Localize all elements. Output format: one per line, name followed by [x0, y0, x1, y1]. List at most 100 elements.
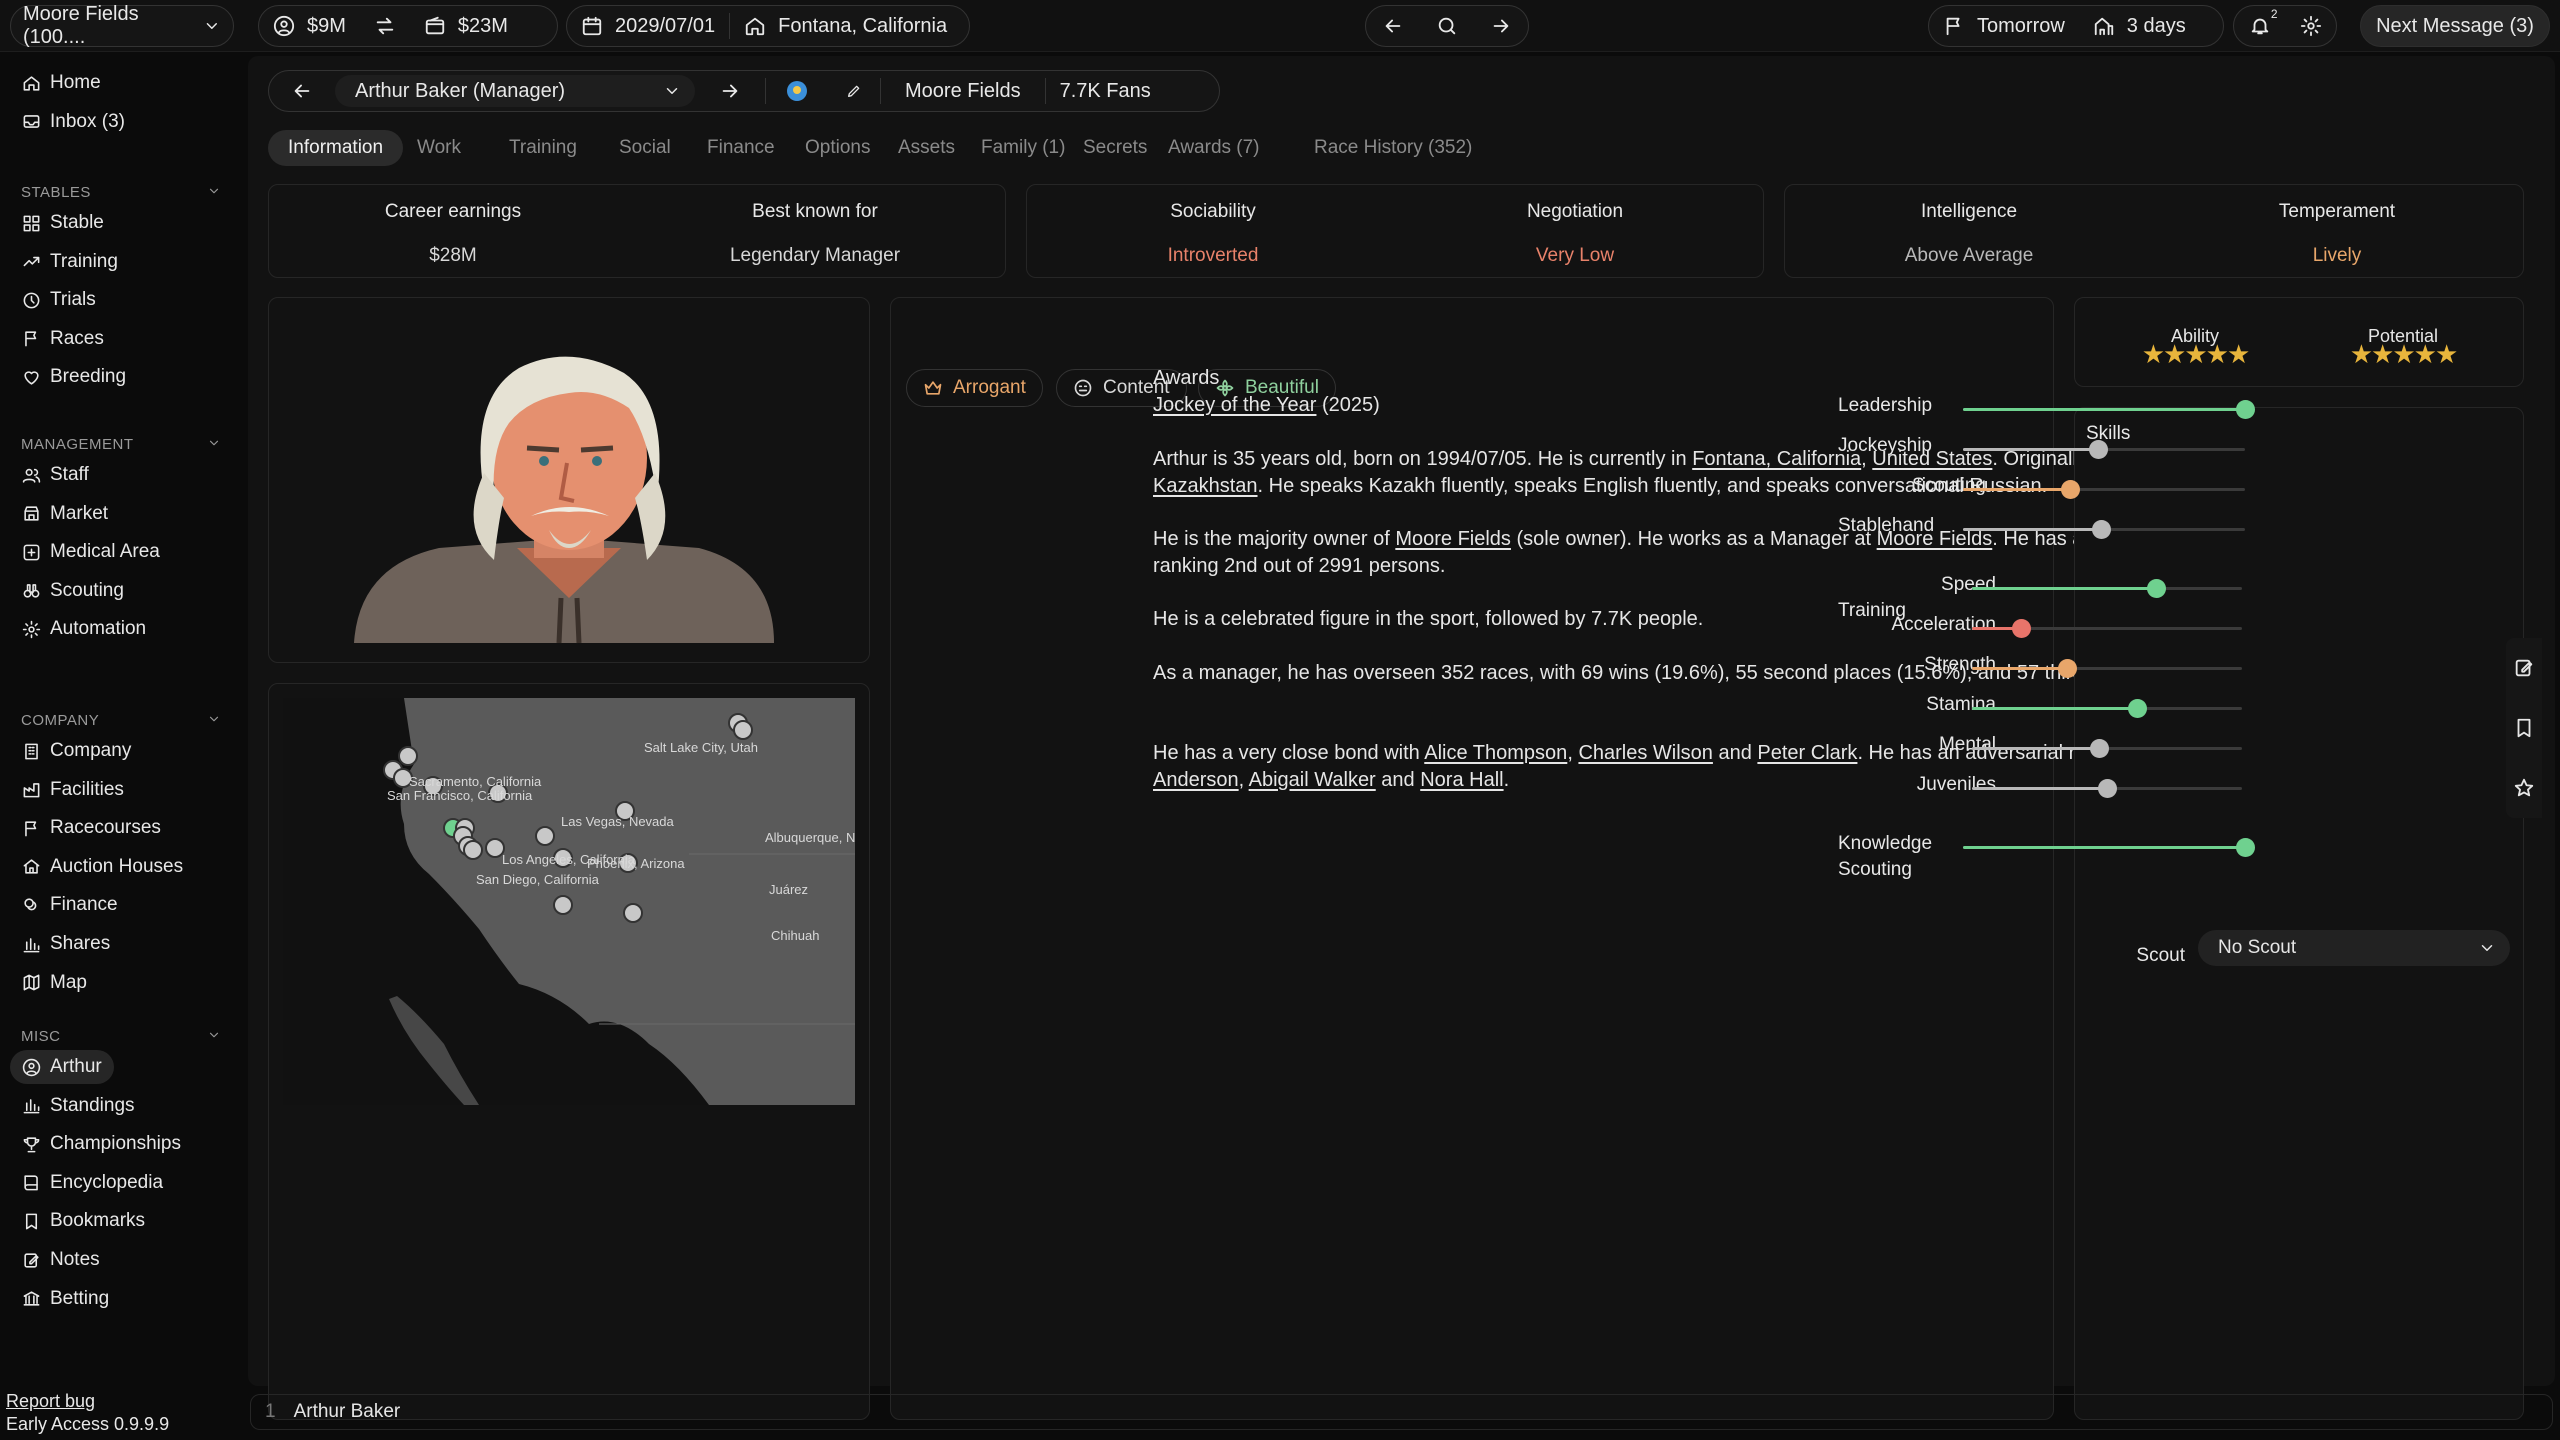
- person-selector[interactable]: Arthur Baker (Manager): [335, 75, 695, 107]
- bio-link[interactable]: Nora Hall: [1420, 769, 1503, 791]
- skill-knob[interactable]: [2012, 619, 2031, 638]
- edit-note-icon[interactable]: [2513, 657, 2535, 679]
- bio-link[interactable]: Fontana, California: [1692, 448, 1861, 470]
- sidebar-item-auction-houses[interactable]: Auction Houses: [10, 850, 195, 884]
- skill-knob[interactable]: [2128, 699, 2147, 718]
- sidebar-item-encyclopedia[interactable]: Encyclopedia: [10, 1166, 175, 1200]
- skill-knob[interactable]: [2090, 739, 2109, 758]
- skill-knob[interactable]: [2236, 400, 2255, 419]
- sidebar-item-bookmarks[interactable]: Bookmarks: [10, 1204, 157, 1238]
- tab-finance[interactable]: Finance: [693, 130, 789, 166]
- skill-slider-mental[interactable]: [1972, 739, 2242, 758]
- sidebar-item-map[interactable]: Map: [10, 966, 99, 1000]
- skill-knob[interactable]: [2092, 520, 2111, 539]
- skill-slider-knowledge[interactable]: [1963, 838, 2255, 857]
- region-map[interactable]: Salt Lake City, Utah Sacramento, Californ…: [269, 684, 869, 1419]
- skill-knob[interactable]: [2236, 838, 2255, 857]
- sidebar-item-races[interactable]: Races: [10, 322, 116, 356]
- advance-days-button[interactable]: 3 days: [2079, 6, 2200, 46]
- balance-display[interactable]: $23M: [410, 6, 522, 46]
- map-pin[interactable]: [553, 895, 573, 915]
- bio-link[interactable]: Abigail Walker: [1249, 769, 1376, 791]
- skill-slider-jockeyship[interactable]: [1963, 440, 2245, 459]
- transfer-button[interactable]: [360, 6, 410, 46]
- sidebar-item-medical-area[interactable]: Medical Area: [10, 535, 172, 569]
- notifications-button[interactable]: 2: [2249, 7, 2278, 37]
- map-pin[interactable]: [463, 840, 483, 860]
- tab-training[interactable]: Training: [495, 130, 591, 166]
- skill-knob[interactable]: [2147, 579, 2166, 598]
- sidebar-item-betting[interactable]: Betting: [10, 1282, 121, 1316]
- next-message-button[interactable]: Next Message (3): [2360, 5, 2550, 47]
- bio-link[interactable]: Kazakhstan: [1153, 475, 1258, 497]
- sidebar-item-market[interactable]: Market: [10, 497, 120, 531]
- tab-family-1[interactable]: Family (1): [967, 130, 1079, 166]
- tab-work[interactable]: Work: [403, 130, 475, 166]
- sidebar-item-championships[interactable]: Championships: [10, 1127, 193, 1161]
- sidebar-item-company[interactable]: Company: [10, 734, 143, 768]
- sidebar-item-stable[interactable]: Stable: [10, 206, 116, 240]
- map-pin[interactable]: [733, 720, 753, 740]
- skill-knob[interactable]: [2058, 659, 2077, 678]
- gear-icon[interactable]: [2300, 15, 2322, 37]
- edit-button[interactable]: [828, 71, 880, 111]
- skill-slider-speed[interactable]: [1972, 579, 2242, 598]
- sidebar-item-home[interactable]: Home: [10, 66, 113, 100]
- bio-link[interactable]: Moore Fields: [1395, 528, 1511, 550]
- tab-race-history-352[interactable]: Race History (352): [1300, 130, 1486, 166]
- arrow-right-icon[interactable]: [1490, 15, 1512, 37]
- tab-assets[interactable]: Assets: [884, 130, 969, 166]
- bookmark-icon[interactable]: [2513, 717, 2535, 739]
- map-pin[interactable]: [535, 826, 555, 846]
- date-display[interactable]: 2029/07/01: [567, 6, 729, 46]
- cash-display[interactable]: $9M: [259, 6, 360, 46]
- map-pin[interactable]: [398, 746, 418, 766]
- scout-select[interactable]: No Scout: [2198, 930, 2510, 966]
- sidebar-item-scouting[interactable]: Scouting: [10, 574, 136, 608]
- sidebar-item-notes[interactable]: Notes: [10, 1243, 112, 1277]
- skill-slider-juveniles[interactable]: [1972, 779, 2242, 798]
- sidebar-item-arthur[interactable]: Arthur: [10, 1050, 114, 1084]
- skill-slider-stamina[interactable]: [1972, 699, 2242, 718]
- advance-tomorrow-button[interactable]: Tomorrow: [1929, 6, 2079, 46]
- sidebar-item-facilities[interactable]: Facilities: [10, 773, 136, 807]
- tab-options[interactable]: Options: [791, 130, 884, 166]
- section-header-stables[interactable]: STABLES: [21, 184, 221, 201]
- stable-selector[interactable]: Moore Fields (100....: [10, 3, 234, 48]
- sidebar-item-automation[interactable]: Automation: [10, 612, 158, 646]
- stable-link[interactable]: Moore Fields: [881, 71, 1045, 111]
- status-name[interactable]: Arthur Baker: [294, 1401, 401, 1423]
- skill-knob[interactable]: [2089, 440, 2108, 459]
- tab-awards-7[interactable]: Awards (7): [1154, 130, 1274, 166]
- sidebar-item-racecourses[interactable]: Racecourses: [10, 811, 173, 845]
- sidebar-item-breeding[interactable]: Breeding: [10, 360, 138, 394]
- award-link[interactable]: Jockey of the Year: [1153, 394, 1316, 416]
- section-header-misc[interactable]: MISC: [21, 1028, 221, 1045]
- map-pin[interactable]: [623, 903, 643, 923]
- location-display[interactable]: Fontana, California: [730, 6, 961, 46]
- bio-link[interactable]: Charles Wilson: [1578, 742, 1712, 764]
- skill-slider-leadership[interactable]: [1963, 400, 2255, 419]
- forward-button[interactable]: [695, 71, 765, 111]
- skill-slider-strength[interactable]: [1972, 659, 2242, 678]
- report-bug-link[interactable]: Report bug: [6, 1391, 95, 1412]
- skill-knob[interactable]: [2061, 480, 2080, 499]
- sidebar-item-inbox-3[interactable]: Inbox (3): [10, 105, 137, 139]
- sidebar-item-trials[interactable]: Trials: [10, 283, 108, 317]
- trait-arrogant[interactable]: Arrogant: [906, 369, 1043, 407]
- section-header-company[interactable]: COMPANY: [21, 712, 221, 729]
- arrow-left-icon[interactable]: [1382, 15, 1404, 37]
- star-icon[interactable]: [2513, 777, 2535, 799]
- skill-slider-acceleration[interactable]: [1972, 619, 2242, 638]
- back-button[interactable]: [269, 71, 335, 111]
- section-header-management[interactable]: MANAGEMENT: [21, 436, 221, 453]
- skill-slider-stablehand[interactable]: [1963, 520, 2245, 539]
- skill-slider-scouting[interactable]: [1963, 480, 2245, 499]
- bio-link[interactable]: Alice Thompson: [1424, 742, 1567, 764]
- sidebar-item-standings[interactable]: Standings: [10, 1089, 147, 1123]
- tab-secrets[interactable]: Secrets: [1069, 130, 1161, 166]
- sidebar-item-shares[interactable]: Shares: [10, 927, 122, 961]
- skill-knob[interactable]: [2098, 779, 2117, 798]
- tab-information[interactable]: Information: [268, 130, 404, 166]
- sidebar-item-finance[interactable]: Finance: [10, 888, 130, 922]
